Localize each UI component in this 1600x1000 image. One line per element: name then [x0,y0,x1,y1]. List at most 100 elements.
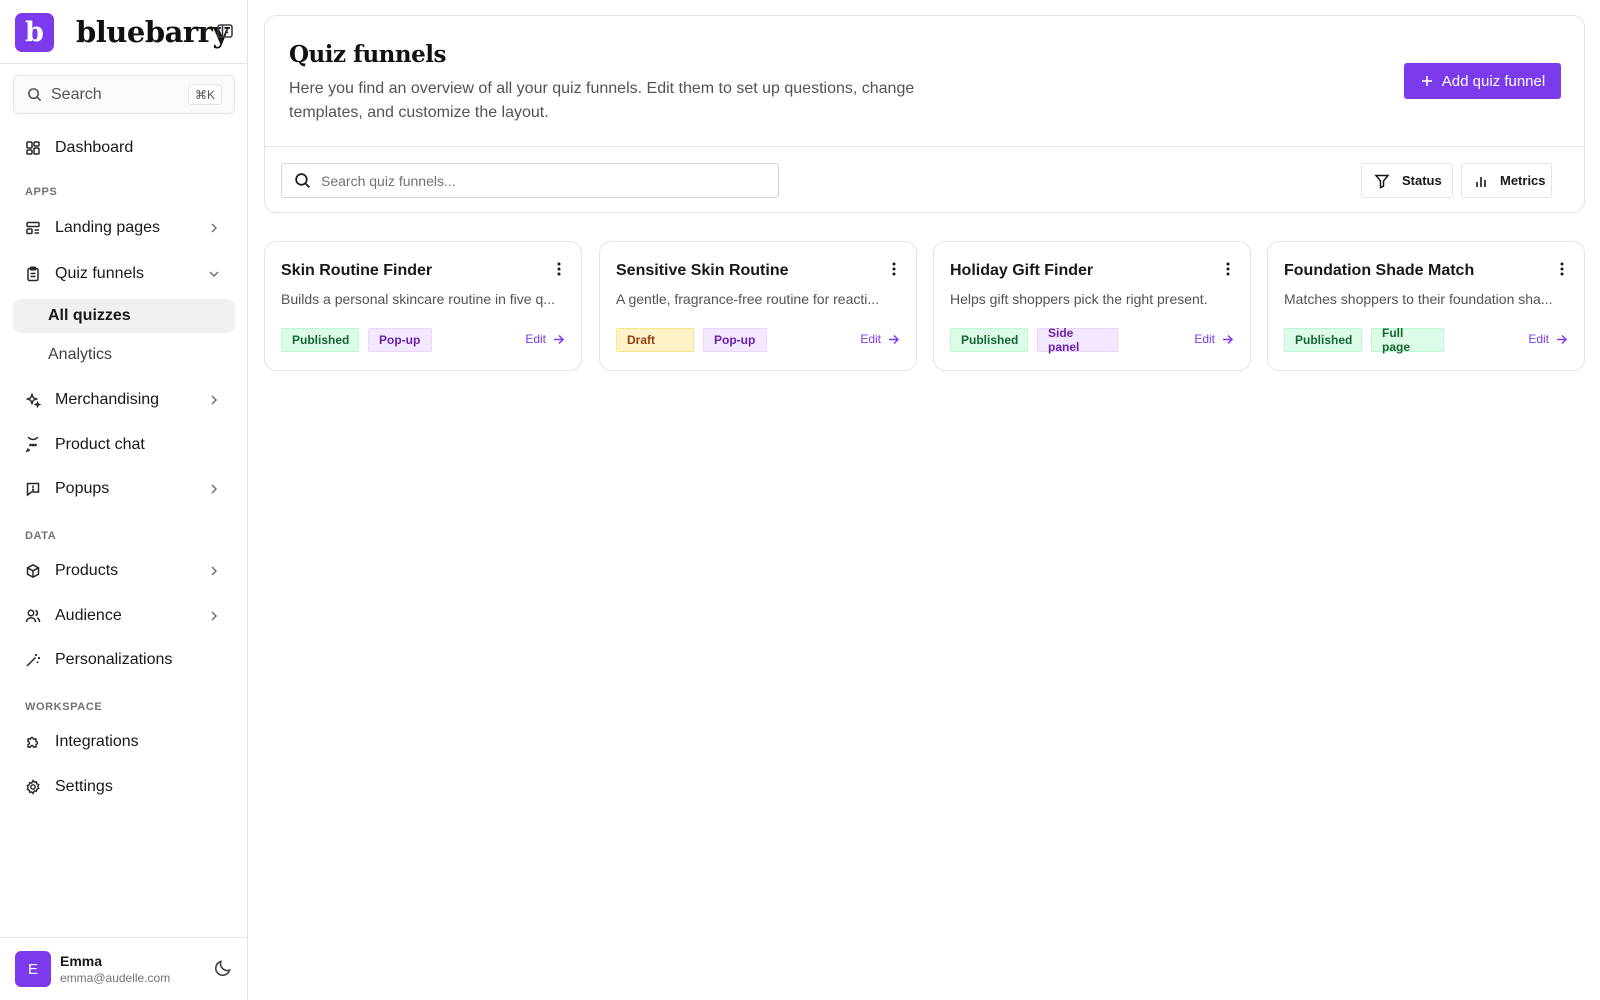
add-quiz-funnel-label: Add quiz funnel [1441,72,1546,90]
plus-icon [1420,74,1434,88]
sidebar-item-quiz-funnels[interactable]: Quiz funnels [13,256,235,292]
message-square-icon [25,481,41,497]
more-vertical-icon[interactable] [1220,261,1236,279]
search-icon [27,87,42,102]
clipboard-icon [25,266,41,282]
quiz-title: Holiday Gift Finder [950,262,1094,279]
sidebar: b bluebarry Search ⌘K Dashboard APPS Lan… [0,0,248,1000]
arrow-right-icon [1555,333,1568,346]
sidebar-search[interactable]: Search ⌘K [13,75,235,114]
quiz-search-input[interactable] [321,172,761,189]
arrow-right-icon [1221,333,1234,346]
sidebar-item-merchandising[interactable]: Merchandising [13,382,235,418]
section-label-apps: APPS [25,186,58,198]
user-name: Emma [60,953,103,969]
sidebar-item-label: Integrations [55,733,139,750]
quiz-card[interactable]: Sensitive Skin Routine A gentle, fragran… [599,241,917,371]
brand[interactable]: b bluebarry [15,12,235,52]
type-badge: Side panel [1037,326,1118,354]
avatar: E [15,951,51,987]
search-shortcut: ⌘K [187,84,222,105]
metrics-filter-label: Metrics [1500,173,1546,188]
metrics-filter-button[interactable]: Metrics [1461,163,1552,198]
layout-icon [25,220,41,236]
puzzle-icon [25,734,41,750]
bar-chart-icon [1474,174,1488,188]
sidebar-item-label: Product chat [55,436,145,453]
type-badge: Pop-up [368,328,432,352]
dashboard-icon [25,140,41,156]
status-badge: Draft [616,328,694,352]
divider [265,146,1584,147]
chat-bubble-icon [25,437,41,453]
more-vertical-icon[interactable] [1554,261,1570,279]
arrow-right-icon [887,333,900,346]
status-badge: Published [950,328,1028,352]
more-vertical-icon[interactable] [886,261,902,279]
sidebar-item-landing-pages[interactable]: Landing pages [13,210,235,246]
sidebar-search-label: Search [51,85,102,103]
sidebar-item-label: Merchandising [55,391,160,408]
sparkles-icon [25,392,41,408]
moon-icon[interactable] [213,958,235,980]
section-label-workspace: WORKSPACE [25,701,103,713]
section-label-data: DATA [25,530,57,542]
quiz-description: Matches shoppers to their foundation sha… [1284,291,1553,307]
package-icon [25,563,41,579]
chevron-right-icon [207,482,221,496]
sidebar-collapse-icon[interactable] [216,22,234,40]
page-description: Here you find an overview of all your qu… [289,80,915,121]
sidebar-item-label: Dashboard [55,139,134,156]
edit-link[interactable]: Edit [525,332,565,346]
magic-wand-icon [25,652,41,668]
user-email: emma@audelle.com [60,971,171,985]
edit-link[interactable]: Edit [1194,332,1234,346]
chevron-right-icon [207,564,221,578]
gear-icon [25,779,41,795]
quiz-title: Sensitive Skin Routine [616,262,789,279]
status-filter-button[interactable]: Status [1361,163,1453,198]
sidebar-item-label: Popups [55,480,110,497]
status-badge: Published [1284,328,1362,352]
chevron-right-icon [207,609,221,623]
filter-icon [1374,173,1390,189]
quiz-card[interactable]: Holiday Gift Finder Helps gift shoppers … [933,241,1251,371]
chevron-right-icon [207,221,221,235]
sidebar-item-product-chat[interactable]: Product chat [13,427,235,463]
brand-logo: b [15,12,54,52]
divider [0,63,247,64]
arrow-right-icon [552,333,565,346]
edit-link[interactable]: Edit [860,332,900,346]
sidebar-item-dashboard[interactable]: Dashboard [13,130,235,166]
quiz-description: Helps gift shoppers pick the right prese… [950,291,1208,307]
sidebar-item-label: Audience [55,607,122,624]
quiz-search-field[interactable] [281,163,779,198]
edit-link[interactable]: Edit [1528,332,1568,346]
quiz-title: Skin Routine Finder [281,262,433,279]
sidebar-subitem-analytics[interactable]: Analytics [13,338,235,372]
sidebar-item-settings[interactable]: Settings [13,769,235,805]
quiz-card[interactable]: Foundation Shade Match Matches shoppers … [1267,241,1585,371]
sidebar-item-popups[interactable]: Popups [13,471,235,507]
user-profile[interactable]: E Emma emma@audelle.com [15,951,235,987]
sidebar-item-audience[interactable]: Audience [13,598,235,634]
sidebar-subitem-all-quizzes[interactable]: All quizzes [13,299,235,333]
sidebar-item-label: Quiz funnels [55,265,144,282]
sidebar-item-label: Landing pages [55,219,160,236]
edit-label: Edit [860,332,881,346]
more-vertical-icon[interactable] [551,261,567,279]
sidebar-item-personalizations[interactable]: Personalizations [13,642,235,678]
quiz-description: A gentle, fragrance-free routine for rea… [616,291,880,307]
search-icon [294,172,311,189]
status-badge: Published [281,328,359,352]
status-filter-label: Status [1402,173,1442,188]
quiz-description: Builds a personal skincare routine in fi… [281,291,555,307]
add-quiz-funnel-button[interactable]: Add quiz funnel [1404,63,1561,99]
brand-name: bluebarry [76,15,229,49]
sidebar-item-integrations[interactable]: Integrations [13,724,235,760]
chevron-right-icon [207,393,221,407]
quiz-card[interactable]: Skin Routine Finder Builds a personal sk… [264,241,582,371]
edit-label: Edit [1528,332,1549,346]
sidebar-item-products[interactable]: Products [13,553,235,589]
sidebar-item-label: Personalizations [55,651,173,668]
